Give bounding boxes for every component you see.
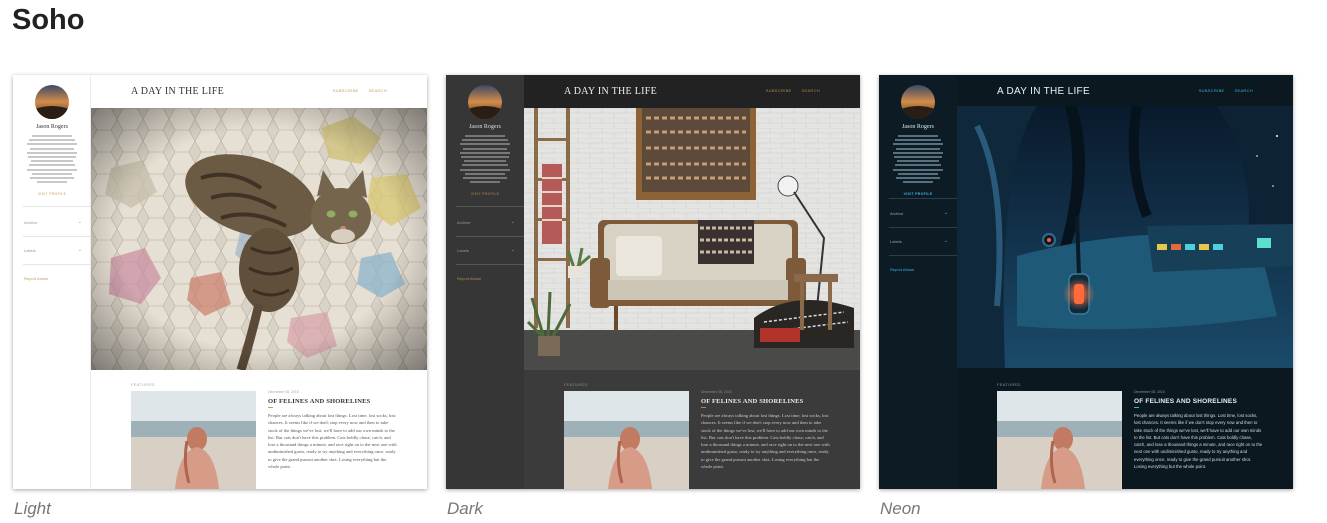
hero-image-living-room	[524, 108, 860, 370]
author-name: Jason Rogers	[36, 124, 68, 130]
divider	[889, 227, 957, 228]
search-link[interactable]: SEARCH	[802, 88, 820, 93]
theme-preview-dark[interactable]: Jason Rogers VISIT PROFILE Archive ⌄ Labe…	[446, 75, 860, 489]
divider	[456, 236, 524, 237]
subscribe-link[interactable]: SUBSCRIBE	[1199, 88, 1225, 93]
post-excerpt: People are always talking about lost thi…	[268, 413, 397, 470]
top-nav: SUBSCRIBE SEARCH	[756, 88, 820, 93]
featured-label: FEATURED	[131, 382, 155, 387]
divider	[23, 264, 91, 265]
search-link[interactable]: SEARCH	[369, 88, 387, 93]
labels-menu[interactable]: Labels ⌄	[457, 247, 515, 253]
blog-main: A DAY IN THE LIFE SUBSCRIBE SEARCH FEATU…	[91, 75, 427, 489]
archive-menu[interactable]: Archive ⌄	[890, 210, 948, 216]
archive-menu[interactable]: Archive ⌄	[24, 219, 82, 225]
theme-preview-light[interactable]: Jason Rogers VISIT PROFILE Archive ⌄ Labe…	[13, 75, 427, 489]
accent-dash	[701, 407, 706, 408]
featured-post-thumbnail[interactable]	[564, 391, 689, 489]
accent-dash	[1134, 407, 1139, 408]
post-date: December 08, 2016	[1134, 390, 1165, 394]
top-nav: SUBSCRIBE SEARCH	[1189, 88, 1253, 93]
visit-profile-link[interactable]: VISIT PROFILE	[446, 192, 524, 196]
post-excerpt: People are always talking about lost thi…	[701, 413, 830, 470]
section-title: Soho	[12, 4, 85, 36]
author-bio	[460, 135, 510, 185]
search-link[interactable]: SEARCH	[1235, 88, 1253, 93]
blog-sidebar: Jason Rogers VISIT PROFILE Archive ⌄ Labe…	[879, 75, 957, 489]
visit-profile-link[interactable]: VISIT PROFILE	[13, 192, 91, 196]
avatar	[35, 85, 69, 119]
site-title: A DAY IN THE LIFE	[564, 86, 658, 97]
author-name: Jason Rogers	[902, 124, 934, 130]
avatar	[468, 85, 502, 119]
chevron-down-icon: ⌄	[510, 219, 515, 225]
archive-menu[interactable]: Archive ⌄	[457, 219, 515, 225]
divider	[23, 206, 91, 207]
chevron-down-icon: ⌄	[510, 247, 515, 253]
site-title: A DAY IN THE LIFE	[131, 86, 225, 97]
chevron-down-icon: ⌄	[77, 247, 82, 253]
divider	[456, 206, 524, 207]
post-title[interactable]: OF FELINES AND SHORELINES	[701, 398, 803, 405]
avatar	[901, 85, 935, 119]
theme-caption-dark: Dark	[447, 499, 483, 518]
author-bio	[893, 135, 943, 185]
subscribe-link[interactable]: SUBSCRIBE	[333, 88, 359, 93]
chevron-down-icon: ⌄	[77, 219, 82, 225]
post-title[interactable]: OF FELINES AND SHORELINES	[1134, 398, 1237, 405]
labels-menu[interactable]: Labels ⌄	[890, 238, 948, 244]
featured-label: FEATURED	[564, 382, 588, 387]
blog-sidebar: Jason Rogers VISIT PROFILE Archive ⌄ Labe…	[446, 75, 524, 489]
divider	[23, 236, 91, 237]
top-nav: SUBSCRIBE SEARCH	[323, 88, 387, 93]
post-excerpt: People are always talking about lost thi…	[1134, 413, 1263, 470]
report-abuse-link[interactable]: Report Abuse	[24, 276, 48, 281]
labels-menu[interactable]: Labels ⌄	[24, 247, 82, 253]
author-name: Jason Rogers	[469, 124, 501, 130]
theme-caption-light: Light	[14, 499, 51, 518]
subscribe-link[interactable]: SUBSCRIBE	[766, 88, 792, 93]
hero-image-spaceship	[957, 106, 1293, 368]
blog-sidebar: Jason Rogers VISIT PROFILE Archive ⌄ Labe…	[13, 75, 91, 489]
post-date: December 08, 2016	[268, 390, 299, 394]
report-abuse-link[interactable]: Report Abuse	[457, 276, 481, 281]
chevron-down-icon: ⌄	[943, 238, 948, 244]
divider	[889, 255, 957, 256]
visit-profile-link[interactable]: VISIT PROFILE	[879, 192, 957, 196]
post-date: December 08, 2016	[701, 390, 732, 394]
featured-label: FEATURED	[997, 382, 1021, 387]
blog-main: A DAY IN THE LIFE SUBSCRIBE SEARCH FEATU…	[524, 75, 860, 489]
divider	[456, 264, 524, 265]
chevron-down-icon: ⌄	[943, 210, 948, 216]
report-abuse-link[interactable]: Report Abuse	[890, 267, 914, 272]
post-title[interactable]: OF FELINES AND SHORELINES	[268, 398, 370, 405]
author-bio	[27, 135, 77, 185]
accent-dash	[268, 407, 273, 408]
featured-post-thumbnail[interactable]	[131, 391, 256, 489]
featured-post-thumbnail[interactable]	[997, 391, 1122, 489]
site-title: A DAY IN THE LIFE	[997, 86, 1090, 97]
hero-image-cat-on-quilt	[91, 108, 427, 370]
theme-preview-neon[interactable]: Jason Rogers VISIT PROFILE Archive ⌄ Labe…	[879, 75, 1293, 489]
blog-main: A DAY IN THE LIFE SUBSCRIBE SEARCH FEATU…	[957, 75, 1293, 489]
theme-caption-neon: Neon	[880, 499, 921, 518]
divider	[889, 198, 957, 199]
